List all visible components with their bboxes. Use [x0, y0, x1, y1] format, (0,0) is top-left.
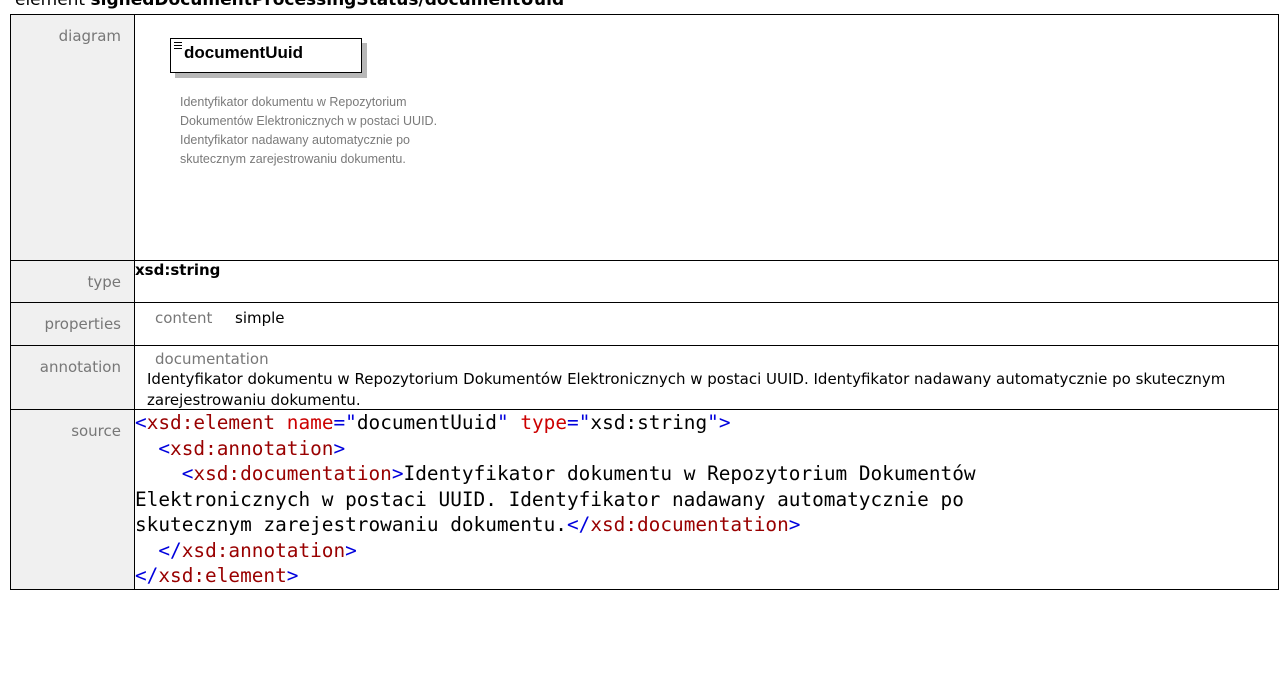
source-code: <xsd:element name="documentUuid" type="x…	[135, 411, 976, 587]
type-label: type	[10, 260, 135, 303]
source-cell: <xsd:element name="documentUuid" type="x…	[134, 409, 1279, 590]
heading-path: signedDocumentProcessingStatus/documentU…	[90, 0, 565, 10]
diagram-description: Identyfikator dokumentu w Repozytorium D…	[180, 95, 438, 166]
diagram-cell: documentUuid Identyfikator dokumentu w R…	[134, 14, 1279, 261]
element-diagram-box: documentUuid	[170, 38, 367, 78]
diagram-box-title: documentUuid	[184, 43, 303, 62]
element-doc-table: diagram documentUuid Identyfikator dokum…	[10, 14, 1279, 590]
type-value: xsd:string	[134, 260, 1279, 303]
annotation-text: Identyfikator dokumentu w Repozytorium D…	[147, 370, 1226, 409]
diagram-box: documentUuid	[170, 38, 362, 73]
source-row: source <xsd:element name="documentUuid" …	[10, 409, 1279, 590]
properties-row: properties content simple	[10, 302, 1279, 346]
properties-cell: content simple	[134, 302, 1279, 346]
page-heading: element signedDocumentProcessingStatus/d…	[15, 0, 564, 12]
type-row: type xsd:string	[10, 260, 1279, 303]
properties-label: properties	[10, 302, 135, 346]
annotation-key: documentation	[155, 350, 269, 368]
annotation-cell: documentation Identyfikator dokumentu w …	[134, 345, 1279, 410]
heading-prefix: element	[15, 0, 86, 10]
diagram-row: diagram documentUuid Identyfikator dokum…	[10, 14, 1279, 261]
property-key: content	[155, 309, 213, 327]
element-lines-icon	[174, 42, 182, 51]
property-value: simple	[235, 309, 285, 327]
diagram-label: diagram	[10, 14, 135, 261]
annotation-label: annotation	[10, 345, 135, 410]
annotation-row: annotation documentation Identyfikator d…	[10, 345, 1279, 410]
source-label: source	[10, 409, 135, 590]
